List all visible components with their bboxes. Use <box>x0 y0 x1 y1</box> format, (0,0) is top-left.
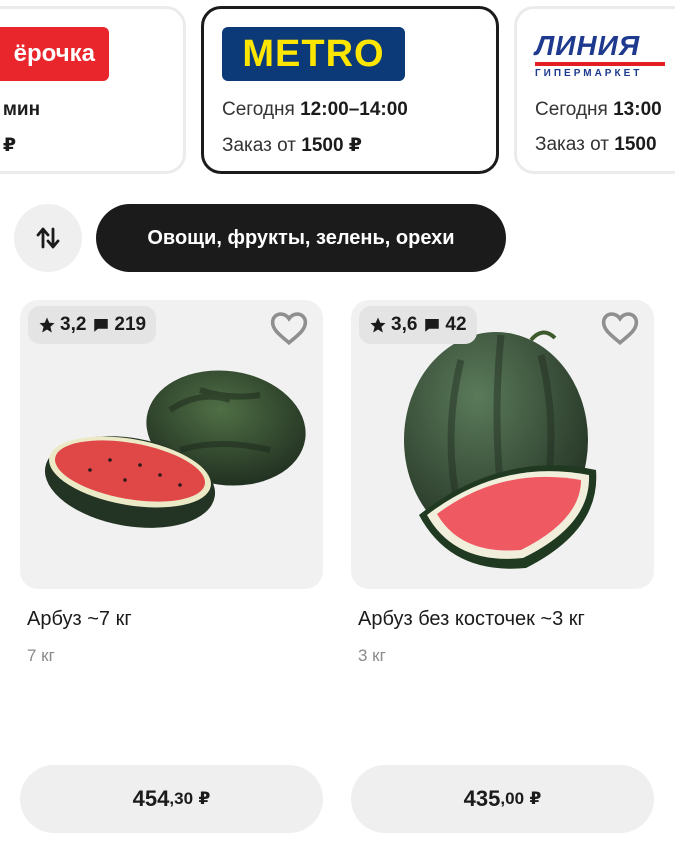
min-order-value: 0 ₽ <box>0 135 17 156</box>
currency-symbol: ₽ <box>529 789 542 808</box>
store-logo-text: ЛИНИЯ <box>535 30 641 61</box>
store-logo-text: ёрочка <box>13 40 95 67</box>
category-chip-label: Овощи, фрукты, зелень, орехи <box>147 226 455 249</box>
pyaterochka-logo: ёрочка <box>0 27 109 81</box>
delivery-time-value: 12:00–14:00 <box>300 99 408 120</box>
category-chip[interactable]: Овощи, фрукты, зелень, орехи <box>96 204 506 272</box>
delivery-time-label: Сегодня <box>535 99 608 120</box>
rating-segment: 3,2 <box>38 314 86 336</box>
store-min-order: Заказ от 1500 ₽ <box>222 134 362 157</box>
heart-icon[interactable] <box>269 310 309 346</box>
comment-icon <box>94 319 109 332</box>
metro-logo: METRO <box>222 27 405 81</box>
store-delivery-time: 0 мин <box>0 99 40 121</box>
store-delivery-time: Сегодня 13:00 <box>535 99 662 121</box>
min-order-label: Заказ от <box>222 135 296 156</box>
star-icon <box>370 317 386 333</box>
sort-button[interactable] <box>14 204 82 272</box>
rating-badge: 3,6 42 <box>359 306 477 344</box>
min-order-value: 1500 ₽ <box>301 135 363 156</box>
reviews-count: 219 <box>114 314 147 335</box>
product-name[interactable]: Арбуз ~7 кг <box>27 608 132 631</box>
store-selector: ёрочка 0 мин 0 ₽ METRO Сегодня 12:00–14:… <box>0 0 675 185</box>
delivery-time-label: Сегодня <box>222 99 295 120</box>
rating-segment: 3,6 <box>369 314 417 336</box>
product-weight: 7 кг <box>27 646 55 665</box>
product-card[interactable]: 3,2 219 Арбуз ~7 кг 7 кг 454,30 ₽ <box>20 300 323 833</box>
reviews-segment: 219 <box>92 314 146 336</box>
min-order-value: 1500 <box>614 134 657 155</box>
delivery-time-value: 0 мин <box>0 99 41 120</box>
product-card[interactable]: 3,6 42 Арбуз без косточек ~3 кг 3 кг 435… <box>351 300 654 833</box>
liniya-logo: ЛИНИЯ ГИПЕРМАРКЕТ <box>535 27 675 81</box>
logo-red-bar <box>535 62 665 66</box>
delivery-time-value: 13:00 <box>613 99 662 120</box>
store-card-liniya[interactable]: ЛИНИЯ ГИПЕРМАРКЕТ Сегодня 13:00 Заказ от… <box>514 6 675 174</box>
product-name[interactable]: Арбуз без косточек ~3 кг <box>358 608 585 631</box>
rating-value: 3,2 <box>60 314 87 335</box>
min-order-label: Заказ от <box>535 134 609 155</box>
price-integer: 454 <box>132 786 170 811</box>
star-icon <box>39 317 55 333</box>
store-logo-subtext: ГИПЕРМАРКЕТ <box>535 68 643 79</box>
sort-arrows-icon <box>36 227 60 249</box>
add-to-cart-button[interactable]: 435,00 ₽ <box>351 765 654 833</box>
store-min-order: Заказ от 1500 <box>535 134 657 156</box>
store-logo-text: METRO <box>242 32 385 75</box>
rating-badge: 3,2 219 <box>28 306 157 344</box>
product-image[interactable]: 3,2 219 <box>20 300 323 589</box>
price-fraction: ,30 <box>169 789 194 808</box>
product-weight: 3 кг <box>358 646 386 665</box>
currency-symbol: ₽ <box>198 789 211 808</box>
store-min-order: 0 ₽ <box>0 134 16 157</box>
price-fraction: ,00 <box>500 789 525 808</box>
price-integer: 435 <box>463 786 501 811</box>
rating-value: 3,6 <box>391 314 418 335</box>
add-to-cart-button[interactable]: 454,30 ₽ <box>20 765 323 833</box>
store-delivery-time: Сегодня 12:00–14:00 <box>222 99 408 121</box>
store-card-metro[interactable]: METRO Сегодня 12:00–14:00 Заказ от 1500 … <box>201 6 499 174</box>
reviews-count: 42 <box>445 314 467 335</box>
product-image[interactable]: 3,6 42 <box>351 300 654 589</box>
reviews-segment: 42 <box>423 314 467 336</box>
store-card-pyaterochka[interactable]: ёрочка 0 мин 0 ₽ <box>0 6 186 174</box>
heart-icon[interactable] <box>600 310 640 346</box>
comment-icon <box>425 319 440 332</box>
